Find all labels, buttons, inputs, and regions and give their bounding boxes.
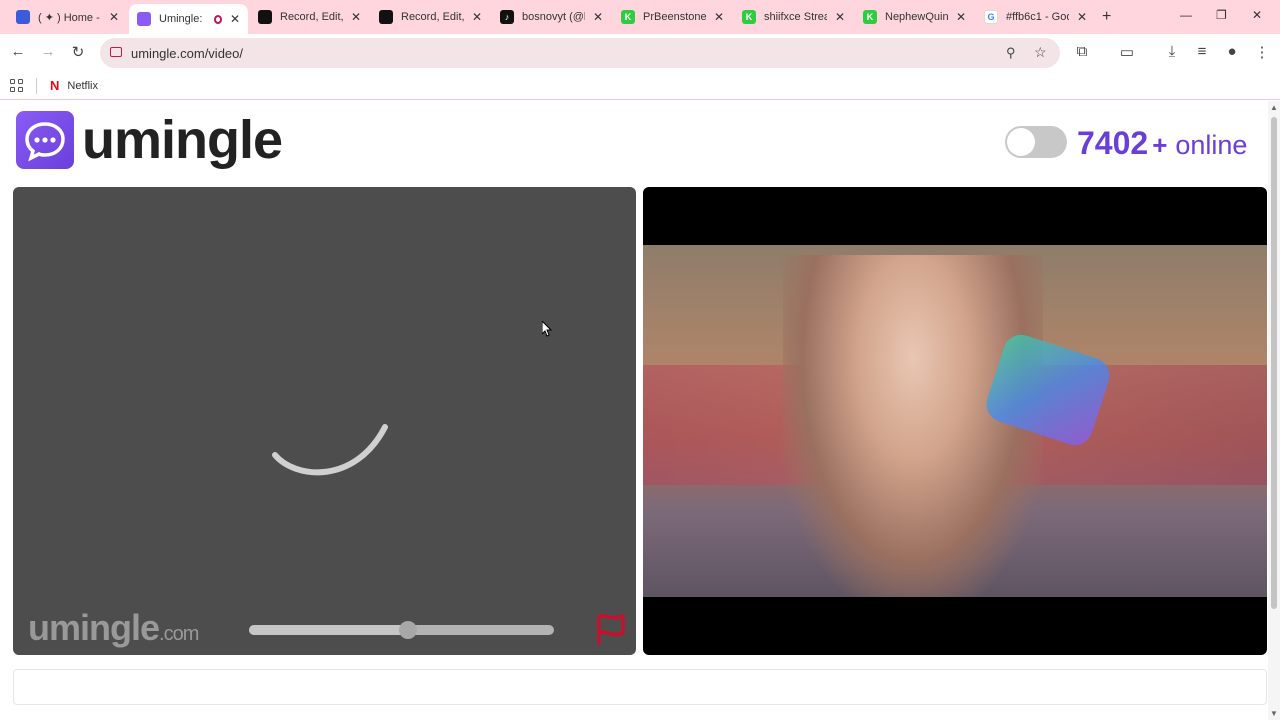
menu-kebab-icon[interactable]: ⋮ xyxy=(1252,43,1272,61)
browser-tab[interactable]: Umingle: ✕ xyxy=(129,4,248,34)
cast-icon[interactable]: ▭ xyxy=(1117,43,1137,61)
site-info-icon[interactable] xyxy=(110,47,122,57)
reload-icon[interactable]: ↻ xyxy=(68,43,88,61)
tab-title: shiifxce Strea xyxy=(764,11,827,23)
chat-input-bar[interactable] xyxy=(13,669,1267,705)
download-icon[interactable]: ⤓ xyxy=(1162,43,1182,60)
tab-close-icon[interactable]: ✕ xyxy=(593,10,603,24)
scrollbar-thumb[interactable] xyxy=(1271,117,1277,609)
browser-tab[interactable]: Record, Edit, ✕ xyxy=(250,4,369,30)
tab-favicon-icon: ♪ xyxy=(500,10,514,24)
tab-title: Umingle: xyxy=(159,13,203,25)
tab-favicon-icon: K xyxy=(863,10,877,24)
scroll-down-icon[interactable]: ▼ xyxy=(1270,709,1278,718)
mouse-cursor-icon xyxy=(542,321,552,337)
restore-icon[interactable]: ❐ xyxy=(1216,8,1227,22)
toggle-knob xyxy=(1007,128,1035,156)
bookmark-netflix[interactable]: N Netflix xyxy=(50,78,98,93)
tab-close-icon[interactable]: ✕ xyxy=(230,12,240,26)
forward-icon[interactable]: → xyxy=(38,43,58,60)
url-text[interactable]: umingle.com/video/ xyxy=(131,46,243,61)
watermark-main: umingle xyxy=(28,607,160,648)
browser-tab[interactable]: ♪ bosnovyt (@b ✕ xyxy=(492,4,611,30)
tab-favicon-icon: K xyxy=(742,10,756,24)
volume-slider-fill xyxy=(249,625,408,635)
minimize-icon[interactable]: — xyxy=(1180,8,1192,22)
tab-close-icon[interactable]: ✕ xyxy=(714,10,724,24)
tab-title: PrBeenstone xyxy=(643,11,706,23)
browser-tab[interactable]: K NephewQuin ✕ xyxy=(855,4,974,30)
extensions-icon[interactable]: ⧉ xyxy=(1072,43,1092,60)
self-video-panel xyxy=(643,187,1267,655)
close-window-icon[interactable]: ✕ xyxy=(1252,8,1262,22)
tab-favicon-icon xyxy=(258,10,272,24)
tab-close-icon[interactable]: ✕ xyxy=(835,10,845,24)
stranger-video-panel: umingle.com xyxy=(13,187,636,655)
loading-spinner-icon xyxy=(272,424,388,476)
address-bar[interactable]: umingle.com/video/ ⚲ ☆ xyxy=(100,38,1060,68)
online-plus: + xyxy=(1152,130,1168,160)
browser-tab[interactable]: Kshiifxce Strea ✕ xyxy=(734,4,853,30)
back-icon[interactable]: ← xyxy=(8,43,28,60)
new-tab-button[interactable]: + xyxy=(1102,8,1111,26)
tab-favicon-icon: G xyxy=(984,10,998,24)
report-flag-icon[interactable] xyxy=(593,611,629,647)
tab-close-icon[interactable]: ✕ xyxy=(109,10,119,24)
netflix-icon: N xyxy=(50,78,60,93)
bookmark-label: Netflix xyxy=(67,79,98,92)
tab-favicon-icon: K xyxy=(621,10,635,24)
tab-strip: ( ✦ ) Home - ✕ Umingle: ✕ Record, Edit, ✕ R… xyxy=(0,0,1280,34)
volume-slider-handle[interactable] xyxy=(398,621,417,639)
volume-slider[interactable] xyxy=(249,621,554,639)
browser-tab[interactable]: Record, Edit, ✕ xyxy=(371,4,490,30)
tab-close-icon[interactable]: ✕ xyxy=(472,10,482,24)
media-control-icon[interactable]: ≡ xyxy=(1192,43,1212,60)
page-content: umingle 7402 + online umingle.com xyxy=(0,101,1268,720)
tab-title: Record, Edit, xyxy=(401,11,464,23)
tab-title: bosnovyt (@b xyxy=(522,11,585,23)
tab-title: NephewQuin xyxy=(885,11,948,23)
browser-tab[interactable]: K PrBeenstone ✕ xyxy=(613,4,732,30)
browser-tab[interactable]: G #ffb6c1 - Goo ✕ xyxy=(976,4,1095,30)
webcam-video xyxy=(643,245,1267,597)
recording-indicator-icon xyxy=(213,14,222,24)
site-logo-text[interactable]: umingle xyxy=(82,109,283,171)
bookmark-star-icon[interactable]: ☆ xyxy=(1034,44,1047,61)
umingle-logo-icon[interactable] xyxy=(16,111,74,169)
online-count: 7402 + online xyxy=(1077,125,1247,162)
tab-close-icon[interactable]: ✕ xyxy=(351,10,361,24)
tab-close-icon[interactable]: ✕ xyxy=(956,10,966,24)
tab-close-icon[interactable]: ✕ xyxy=(1077,10,1087,24)
bookmarks-bar: N Netflix xyxy=(0,72,1280,100)
bookmark-divider xyxy=(36,78,37,94)
online-number: 7402 xyxy=(1077,125,1149,161)
online-label: online xyxy=(1175,130,1248,160)
tab-title: #ffb6c1 - Goo xyxy=(1006,11,1069,23)
page-scrollbar[interactable]: ▲ ▼ xyxy=(1268,101,1280,720)
theme-toggle[interactable] xyxy=(1005,126,1067,158)
tab-favicon-icon xyxy=(16,10,30,24)
video-person xyxy=(783,255,1043,597)
tab-favicon-icon xyxy=(137,12,151,26)
profile-avatar[interactable]: ● xyxy=(1222,43,1242,60)
tab-title: Record, Edit, xyxy=(280,11,343,23)
watermark-suffix: .com xyxy=(159,623,199,645)
apps-grid-icon[interactable] xyxy=(10,79,24,93)
scroll-up-icon[interactable]: ▲ xyxy=(1270,103,1278,112)
browser-toolbar: ← → ↻ umingle.com/video/ ⚲ ☆ ⧉ ▭ ⤓ ≡ ● ⋮ xyxy=(0,34,1280,72)
tab-favicon-icon xyxy=(379,10,393,24)
tab-title: ( ✦ ) Home - xyxy=(38,11,100,24)
zoom-icon[interactable]: ⚲ xyxy=(1006,45,1016,61)
watermark: umingle.com xyxy=(28,607,199,649)
browser-tab[interactable]: ( ✦ ) Home - ✕ xyxy=(8,4,127,30)
